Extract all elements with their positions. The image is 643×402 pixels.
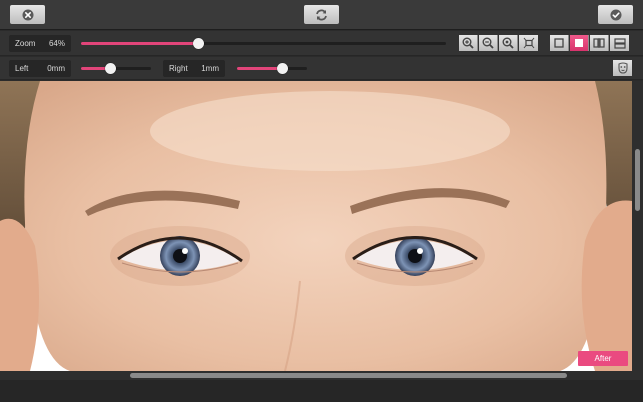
left-value: 0mm: [47, 64, 65, 73]
checkmark-circle-icon: [610, 9, 621, 20]
top-toolbar: [0, 0, 643, 30]
right-slider-fill: [237, 67, 282, 70]
zoom-slider-fill: [81, 42, 198, 45]
view-mode-single-outline[interactable]: [550, 35, 569, 51]
right-label: Right: [169, 64, 188, 73]
zoom-actual-button[interactable]: [499, 35, 518, 51]
photo-viewer[interactable]: After: [0, 81, 632, 371]
vertical-scrollbar[interactable]: [632, 81, 643, 371]
zoom-slider-knob[interactable]: [192, 38, 204, 49]
view-mode-split-vertical[interactable]: [590, 35, 609, 51]
cancel-button[interactable]: [10, 5, 45, 24]
face-photo: [0, 81, 632, 371]
left-slider-knob[interactable]: [104, 63, 116, 74]
view-mode-single-filled[interactable]: [570, 35, 589, 51]
close-circle-icon: [22, 9, 33, 20]
zoom-slider[interactable]: [81, 38, 446, 49]
horizontal-scrollbar[interactable]: [0, 371, 643, 380]
zoom-out-button[interactable]: [479, 35, 498, 51]
reset-button[interactable]: [304, 5, 339, 24]
right-slider[interactable]: [237, 63, 307, 74]
zoom-readout: Zoom 64%: [9, 35, 71, 52]
fit-screen-button[interactable]: [519, 35, 538, 51]
view-mode-split-horizontal[interactable]: [610, 35, 629, 51]
split-vertical-icon: [593, 38, 605, 48]
refresh-icon: [316, 9, 327, 20]
vertical-scroll-thumb[interactable]: [635, 149, 640, 211]
right-readout: Right 1mm: [163, 60, 225, 77]
confirm-button[interactable]: [598, 5, 633, 24]
zoom-out-icon: [482, 37, 494, 49]
zoom-row: Zoom 64%: [0, 31, 643, 56]
right-value: 1mm: [201, 64, 219, 73]
right-slider-knob[interactable]: [276, 63, 288, 74]
zoom-value: 64%: [48, 39, 65, 48]
zoom-label: Zoom: [15, 39, 36, 48]
split-horizontal-icon: [613, 37, 626, 49]
left-readout: Left 0mm: [9, 60, 71, 77]
horizontal-scroll-thumb[interactable]: [130, 373, 567, 378]
after-badge[interactable]: After: [578, 351, 628, 366]
left-label: Left: [15, 64, 29, 73]
zoom-in-button[interactable]: [459, 35, 478, 51]
face-mask-icon: [617, 62, 628, 74]
single-view-outline-icon: [554, 38, 564, 48]
zoom-in-icon: [462, 37, 474, 49]
zoom-actual-icon: [502, 37, 514, 49]
fit-screen-icon: [523, 37, 534, 49]
bottom-bar: [0, 380, 643, 402]
left-slider[interactable]: [81, 63, 151, 74]
face-detect-button[interactable]: [613, 60, 632, 76]
eye-adjust-row: Left 0mm Right 1mm: [0, 57, 643, 80]
single-view-filled-icon: [575, 39, 583, 47]
